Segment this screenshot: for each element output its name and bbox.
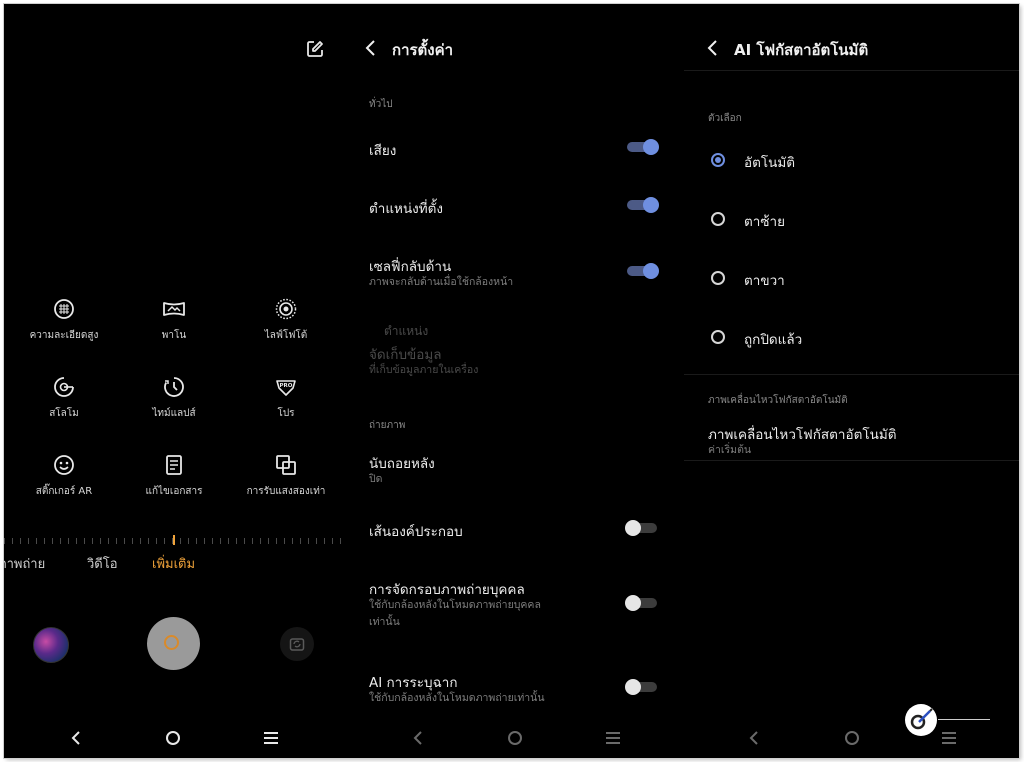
radio-auto[interactable] [711, 153, 725, 167]
nav-back-icon[interactable] [744, 728, 764, 748]
ar-sticker-icon [54, 455, 74, 475]
mode-label: สโลโม [49, 408, 79, 419]
section-divider [684, 374, 1019, 375]
timelapse-icon [164, 377, 184, 397]
setting-ai-scene-desc: ใช้กับกล้องหลังในโหมดภาพถ่ายเท่านั้น [369, 692, 545, 704]
option-right-eye-label[interactable]: ตาขวา [744, 269, 785, 291]
nav-home-icon[interactable] [163, 728, 183, 748]
document-icon [166, 455, 182, 475]
nav-back-icon[interactable] [66, 728, 86, 748]
ai-focus-header: AI โฟกัสตาอัตโนมัติ [684, 34, 1019, 64]
setting-portrait-framing-desc: ใช้กับกล้องหลังในโหมดภาพถ่ายบุคคล [369, 599, 541, 611]
mode-label: ไทม์แลปส์ [152, 408, 196, 419]
option-left-eye-label[interactable]: ตาซ้าย [744, 210, 785, 232]
setting-sound-label[interactable]: เสียง [369, 139, 396, 161]
radio-off[interactable] [711, 330, 725, 344]
pro-icon: PRO [276, 380, 296, 396]
motion-setting-value: ค่าเริ่มต้น [708, 444, 752, 456]
header-divider [684, 70, 1019, 71]
hi-res-icon [54, 299, 74, 319]
mode-pro[interactable]: PRO โปร [231, 375, 341, 421]
switch-camera-button[interactable] [280, 627, 314, 661]
live-photo-icon [275, 298, 297, 320]
nav-back-icon[interactable] [408, 728, 428, 748]
settings-panel: การตั้งค่า ทั่วไป เสียง ตำแหน่งที่ตั้ง เ… [342, 4, 684, 758]
mirror-selfie-toggle[interactable] [627, 263, 659, 279]
mode-label: สติ๊กเกอร์ AR [35, 486, 93, 497]
setting-countdown-value: ปิด [369, 473, 383, 485]
portrait-framing-toggle[interactable] [625, 595, 659, 611]
edit-icon[interactable] [306, 40, 324, 58]
watermark-pen-icon [910, 708, 933, 730]
setting-grid-label[interactable]: เส้นองค์ประกอบ [369, 520, 463, 542]
grid-lines-toggle[interactable] [625, 520, 659, 536]
radio-left-eye[interactable] [711, 212, 725, 226]
section-label-photo: ถ่ายภาพ [369, 420, 406, 431]
watermark-logo [905, 704, 937, 736]
tab-video[interactable]: วิดีโอ [87, 553, 118, 574]
slow-motion-icon [54, 377, 74, 397]
mode-document[interactable]: แก้ไขเอกสาร [119, 453, 229, 499]
option-auto-label[interactable]: อัตโนมัติ [744, 151, 795, 173]
page-title: การตั้งค่า [392, 41, 454, 59]
mode-label: พาโน [161, 330, 187, 341]
system-nav-bar [684, 716, 1019, 758]
ai-scene-toggle[interactable] [625, 679, 659, 695]
setting-portrait-framing-desc-2: เท่านั้น [369, 616, 400, 628]
camera-mode-tabs: ภาพถ่าย วิดีโอ เพิ่มเติม [4, 553, 342, 575]
mode-live-photo[interactable]: ไลฟ์โฟโต้ [231, 297, 341, 343]
tab-more[interactable]: เพิ่มเติม [152, 553, 195, 574]
storage-location-prefix: ตำแหน่ง [384, 324, 429, 338]
mode-label: ความละเอียดสูง [29, 330, 99, 341]
setting-storage-desc: ที่เก็บข้อมูลภายในเครื่อง [369, 364, 479, 376]
back-icon[interactable] [706, 39, 720, 57]
settings-header: การตั้งค่า [342, 34, 684, 64]
mode-dual-exposure[interactable]: การรับแสงสองเท่า [231, 453, 341, 499]
screenshot-frame: ความละเอียดสูง พาโน ไลฟ์โฟโต้ สโลโม ไทม์… [4, 4, 1019, 758]
shutter-ring-icon [164, 635, 179, 650]
zoom-ruler-indicator [173, 535, 175, 545]
system-nav-bar [4, 716, 342, 758]
gallery-thumbnail[interactable] [33, 627, 69, 663]
mode-timelapse[interactable]: ไทม์แลปส์ [119, 375, 229, 421]
dual-exposure-icon [276, 455, 296, 475]
mode-slow-motion[interactable]: สโลโม [9, 375, 119, 421]
mode-label: ไลฟ์โฟโต้ [264, 330, 308, 341]
mode-label: การรับแสงสองเท่า [246, 486, 326, 497]
page-title: AI โฟกัสตาอัตโนมัติ [734, 41, 869, 59]
back-icon[interactable] [364, 39, 378, 57]
mode-panorama[interactable]: พาโน [119, 297, 229, 343]
nav-home-icon[interactable] [842, 728, 862, 748]
section-label-motion: ภาพเคลื่อนไหวโฟกัสตาอัตโนมัติ [708, 395, 848, 406]
nav-home-icon[interactable] [505, 728, 525, 748]
mode-hi-res[interactable]: ความละเอียดสูง [9, 297, 119, 343]
mode-ar-sticker[interactable]: สติ๊กเกอร์ AR [9, 453, 119, 499]
location-toggle[interactable] [627, 197, 659, 213]
mode-label: โปร [277, 408, 295, 419]
setting-mirror-selfie-desc: ภาพจะกลับด้านเมื่อใช้กล้องหน้า [369, 276, 514, 288]
watermark-underline [938, 719, 990, 720]
camera-panel: ความละเอียดสูง พาโน ไลฟ์โฟโต้ สโลโม ไทม์… [4, 4, 342, 758]
ai-eye-focus-panel: AI โฟกัสตาอัตโนมัติ ตัวเลือก อัตโนมัติ ต… [684, 4, 1019, 758]
option-off-label[interactable]: ถูกปิดแล้ว [744, 328, 802, 350]
panorama-icon [163, 302, 185, 316]
nav-menu-icon[interactable] [603, 728, 623, 748]
switch-camera-icon [289, 638, 305, 651]
tab-photo[interactable]: ภาพถ่าย [4, 553, 45, 574]
sound-toggle[interactable] [627, 139, 659, 155]
svg-text:PRO: PRO [280, 383, 293, 389]
section-label-general: ทั่วไป [369, 99, 393, 110]
mode-label: แก้ไขเอกสาร [145, 486, 203, 497]
setting-location-label[interactable]: ตำแหน่งที่ตั้ง [369, 197, 443, 219]
radio-right-eye[interactable] [711, 271, 725, 285]
section-divider [684, 460, 1019, 461]
section-label-options: ตัวเลือก [708, 113, 742, 124]
nav-menu-icon[interactable] [261, 728, 281, 748]
nav-menu-icon[interactable] [939, 728, 959, 748]
system-nav-bar [342, 716, 684, 758]
